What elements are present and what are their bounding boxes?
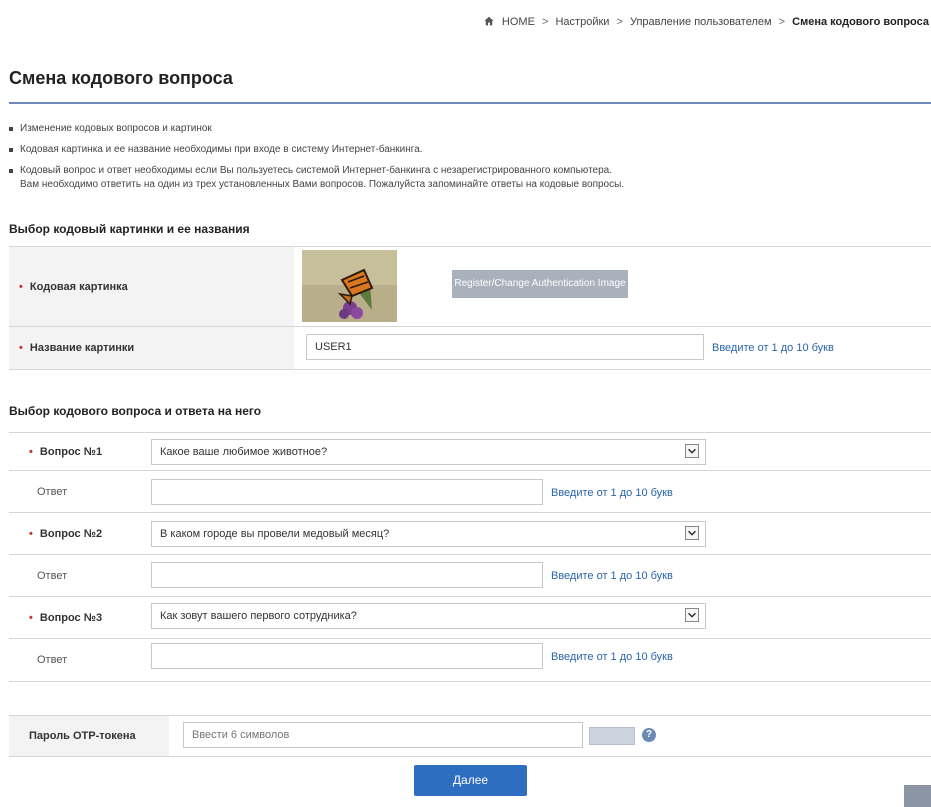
required-mark: • [19, 342, 23, 354]
image-name-label: Название картинки [29, 342, 135, 354]
breadcrumb-separator: > [541, 16, 549, 28]
otp-label: Пароль OTP-токена [29, 730, 136, 742]
required-mark: • [29, 612, 33, 624]
question-1-select[interactable]: Какое ваше любимое животное? [151, 439, 706, 465]
info-item: Кодовый вопрос и ответ необходимы если В… [9, 164, 929, 192]
chevron-down-icon[interactable] [685, 444, 699, 458]
help-icon[interactable]: ? [642, 728, 656, 742]
chevron-down-icon[interactable] [685, 526, 699, 540]
required-mark: • [29, 528, 33, 540]
answer-2-hint: Введите от 1 до 10 букв [551, 570, 673, 582]
chevron-down-icon[interactable] [685, 608, 699, 622]
label-cell: • Кодовая картинка [9, 247, 294, 327]
home-icon [484, 16, 494, 26]
otp-input[interactable] [183, 722, 583, 748]
info-item-continued: Вам необходимо ответить на один из трех … [20, 179, 625, 190]
breadcrumb-settings[interactable]: Настройки [555, 16, 609, 28]
question-3-select[interactable]: Как зовут вашего первого сотрудника? [151, 603, 706, 629]
answer-1-input[interactable] [151, 479, 543, 505]
auth-image-label: Кодовая картинка [29, 281, 128, 293]
image-name-field[interactable]: USER1 [306, 334, 704, 360]
image-name-hint: Введите от 1 до 10 букв [712, 342, 834, 354]
change-auth-image-button[interactable]: Register/Change Authentication Image [452, 270, 628, 298]
breadcrumb-separator: > [778, 16, 786, 28]
info-list: Изменение кодовых вопросов и картинок Ко… [9, 122, 929, 199]
section-title-image: Выбор кодовый картинки и ее названия [9, 222, 250, 236]
breadcrumb-home[interactable]: HOME [502, 16, 535, 28]
question-2-label: Вопрос №2 [39, 528, 103, 540]
title-divider [9, 102, 931, 104]
question-2-select[interactable]: В каком городе вы провели медовый месяц? [151, 521, 706, 547]
answer-3-hint: Введите от 1 до 10 букв [551, 651, 673, 663]
breadcrumb: HOME > Настройки > Управление пользовате… [484, 16, 929, 28]
breadcrumb-user-management[interactable]: Управление пользователем [630, 16, 772, 28]
question-3-label: Вопрос №3 [39, 612, 103, 624]
section-title-questions: Выбор кодового вопроса и ответа на него [9, 404, 262, 418]
answer-1-hint: Введите от 1 до 10 букв [551, 487, 673, 499]
answer-2-label: Ответ [37, 570, 68, 582]
info-item: Кодовая картинка и ее название необходим… [9, 143, 929, 157]
required-mark: • [29, 446, 33, 458]
answer-2-input[interactable] [151, 562, 543, 588]
scroll-top-tab[interactable] [904, 785, 931, 807]
keypad-icon[interactable] [589, 727, 635, 745]
breadcrumb-current: Смена кодового вопроса [792, 16, 929, 28]
question-1-label: Вопрос №1 [39, 446, 103, 458]
answer-3-label: Ответ [37, 654, 68, 666]
answer-3-input[interactable] [151, 643, 543, 669]
breadcrumb-separator: > [616, 16, 623, 28]
answer-1-label: Ответ [37, 486, 68, 498]
required-mark: • [19, 281, 23, 293]
next-button[interactable]: Далее [414, 765, 527, 796]
page-title: Смена кодового вопроса [9, 68, 233, 88]
info-item: Изменение кодовых вопросов и картинок [9, 122, 929, 136]
auth-image-thumbnail [302, 250, 397, 322]
